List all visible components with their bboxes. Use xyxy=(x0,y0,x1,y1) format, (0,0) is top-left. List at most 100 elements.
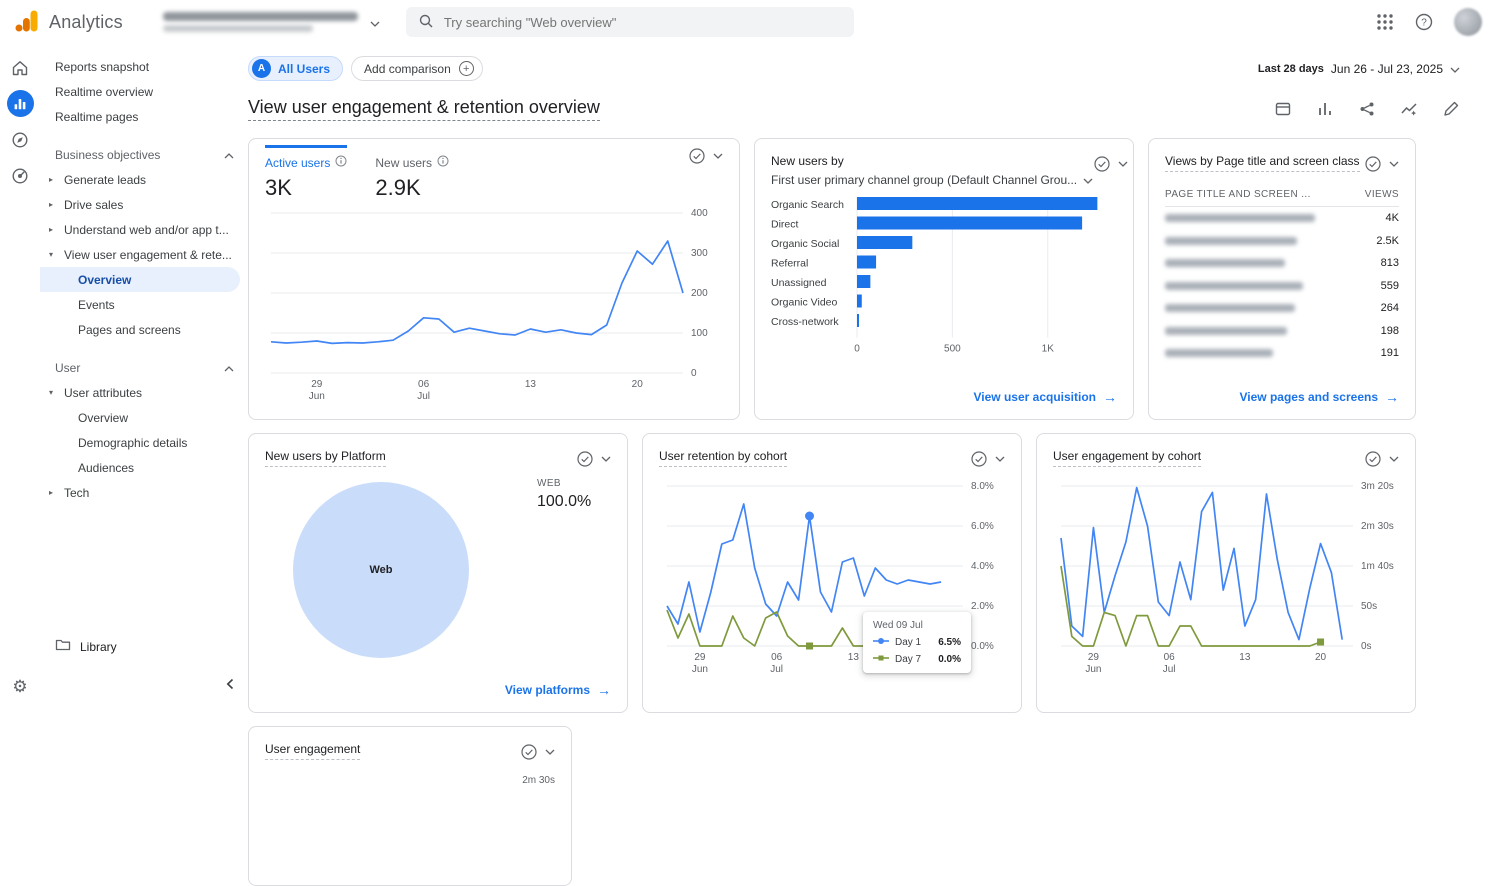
sidebar-item-view-user-engagement-rete[interactable]: ▾View user engagement & rete... xyxy=(40,242,240,267)
column-header-page-title[interactable]: PAGE TITLE AND SCREEN ... xyxy=(1165,189,1311,200)
metric-tab-new-users[interactable]: New users 2.9K xyxy=(375,145,449,201)
metric-tab-active-users[interactable]: Active users 3K xyxy=(265,145,347,201)
svg-text:Jul: Jul xyxy=(417,391,430,402)
page-title-redacted xyxy=(1165,304,1295,312)
svg-text:Jun: Jun xyxy=(692,664,708,675)
user-avatar[interactable] xyxy=(1454,8,1482,36)
data-quality-icon[interactable] xyxy=(688,147,706,165)
data-quality-icon[interactable] xyxy=(1364,450,1382,468)
card-options-caret-icon[interactable] xyxy=(1389,456,1399,462)
card-options-caret-icon[interactable] xyxy=(1118,161,1128,167)
sidebar-item-tech[interactable]: ▸Tech xyxy=(40,480,240,505)
svg-text:Organic Video: Organic Video xyxy=(771,297,838,309)
collapse-sidebar-icon[interactable] xyxy=(226,678,234,693)
channel-bar-chart[interactable]: 05001KOrganic SearchDirectOrganic Social… xyxy=(771,193,1117,364)
date-range-picker[interactable]: Last 28 days Jun 26 - Jul 23, 2025 xyxy=(1258,61,1460,76)
active-users-value: 3K xyxy=(265,175,347,201)
view-pages-screens-link[interactable]: View pages and screens→ xyxy=(1239,389,1399,405)
expand-arrow-icon: ▸ xyxy=(49,488,53,497)
new-users-by-channel-card: New users by First user primary channel … xyxy=(754,138,1134,420)
account-name-redacted xyxy=(163,12,358,32)
sidebar-item-generate-leads[interactable]: ▸Generate leads xyxy=(40,167,240,192)
svg-text:29: 29 xyxy=(1088,652,1100,663)
sidebar-item-pages-and-screens[interactable]: Pages and screens xyxy=(40,317,240,342)
data-quality-icon[interactable] xyxy=(576,450,594,468)
view-platforms-link[interactable]: View platforms→ xyxy=(505,682,611,698)
card-title: New users by Platform xyxy=(265,448,386,467)
snapshot-card-icon[interactable] xyxy=(1274,100,1292,118)
day1-series-marker xyxy=(873,637,889,648)
sidebar-section-user[interactable]: User xyxy=(40,356,248,380)
nav-rail: ⚙ xyxy=(0,44,40,800)
card-options-caret-icon[interactable] xyxy=(601,456,611,462)
retention-cohort-card: User retention by cohort Wed 09 Jul Day … xyxy=(642,433,1022,713)
add-comparison-chip[interactable]: Add comparison + xyxy=(351,56,483,81)
card-options-caret-icon[interactable] xyxy=(545,749,555,755)
column-header-views[interactable]: VIEWS xyxy=(1365,189,1399,200)
sidebar-item-reports-snapshot[interactable]: Reports snapshot xyxy=(40,54,240,79)
platform-pie-chart[interactable]: Web WEB 100.0% xyxy=(265,472,611,682)
reports-icon[interactable] xyxy=(7,90,34,117)
sidebar-item-realtime-overview[interactable]: Realtime overview xyxy=(40,79,240,104)
data-quality-icon[interactable] xyxy=(1364,155,1382,173)
analytics-logo[interactable]: Analytics xyxy=(14,8,123,37)
svg-text:Jun: Jun xyxy=(1085,664,1101,675)
search-bar[interactable] xyxy=(406,7,854,37)
home-icon[interactable] xyxy=(7,54,34,81)
insights-icon[interactable] xyxy=(1400,100,1418,118)
sidebar-item-overview[interactable]: Overview xyxy=(40,405,240,430)
data-quality-icon[interactable] xyxy=(520,743,538,761)
sidebar-item-drive-sales[interactable]: ▸Drive sales xyxy=(40,192,240,217)
sidebar-item-library[interactable]: Library xyxy=(55,638,117,655)
sidebar-section-business-objectives[interactable]: Business objectives xyxy=(40,143,248,167)
svg-text:Jul: Jul xyxy=(770,664,783,675)
pie-slice-web[interactable]: Web xyxy=(293,482,469,658)
data-quality-icon[interactable] xyxy=(970,450,988,468)
svg-text:0s: 0s xyxy=(1361,641,1372,652)
arrow-right-icon: → xyxy=(1385,389,1399,405)
views-value: 4K xyxy=(1386,212,1399,224)
y-axis-top-tick: 2m 30s xyxy=(265,775,555,786)
views-table-row: 559 xyxy=(1165,275,1399,298)
search-input[interactable] xyxy=(444,15,842,30)
explore-icon[interactable] xyxy=(7,126,34,153)
sidebar-item-user-attributes[interactable]: ▾User attributes xyxy=(40,380,240,405)
svg-text:0.0%: 0.0% xyxy=(971,641,994,652)
svg-text:50s: 50s xyxy=(1361,601,1377,612)
page-title-redacted xyxy=(1165,237,1297,245)
sidebar-item-understand-web-and-or-app-t[interactable]: ▸Understand web and/or app t... xyxy=(40,217,240,242)
svg-text:Referral: Referral xyxy=(771,258,808,270)
library-label: Library xyxy=(80,640,117,654)
sidebar-item-demographic-details[interactable]: Demographic details xyxy=(40,430,240,455)
dimension-selector[interactable]: First user primary channel group (Defaul… xyxy=(771,173,1093,187)
advertising-icon[interactable] xyxy=(7,162,34,189)
folder-icon xyxy=(55,638,71,655)
page-title-redacted xyxy=(1165,327,1287,335)
sidebar-item-audiences[interactable]: Audiences xyxy=(40,455,240,480)
retention-line-chart[interactable]: Wed 09 Jul Day 1 6.5% Day 7 0.0% xyxy=(659,474,1005,681)
active-users-chart[interactable]: 010020030040029Jun06Jul1320 xyxy=(265,207,723,408)
pie-center-label: Web xyxy=(369,564,392,576)
account-selector[interactable] xyxy=(163,12,380,32)
all-users-chip[interactable]: A All Users xyxy=(248,56,343,81)
sidebar-item-events[interactable]: Events xyxy=(40,292,240,317)
sidebar-item-overview[interactable]: Overview xyxy=(40,267,240,292)
card-options-caret-icon[interactable] xyxy=(1389,161,1399,167)
engagement-line-chart[interactable]: 0s50s1m 40s2m 30s3m 20s29Jun06Jul1320 xyxy=(1053,474,1399,681)
data-quality-icon[interactable] xyxy=(1093,155,1111,173)
admin-gear-icon[interactable]: ⚙ xyxy=(7,673,34,700)
edit-report-icon[interactable] xyxy=(1442,100,1460,118)
svg-text:06: 06 xyxy=(418,379,430,390)
apps-grid-icon[interactable] xyxy=(1376,13,1394,31)
all-users-avatar: A xyxy=(252,59,271,78)
arrow-right-icon: → xyxy=(1103,389,1117,405)
add-comparison-label: Add comparison xyxy=(364,62,451,76)
svg-text:500: 500 xyxy=(944,344,961,355)
card-options-caret-icon[interactable] xyxy=(713,153,723,159)
share-icon[interactable] xyxy=(1358,100,1376,118)
sidebar-item-realtime-pages[interactable]: Realtime pages xyxy=(40,104,240,129)
view-user-acquisition-link[interactable]: View user acquisition→ xyxy=(974,389,1117,405)
card-options-caret-icon[interactable] xyxy=(995,456,1005,462)
charts-icon[interactable] xyxy=(1316,100,1334,118)
help-icon[interactable]: ? xyxy=(1414,12,1434,32)
